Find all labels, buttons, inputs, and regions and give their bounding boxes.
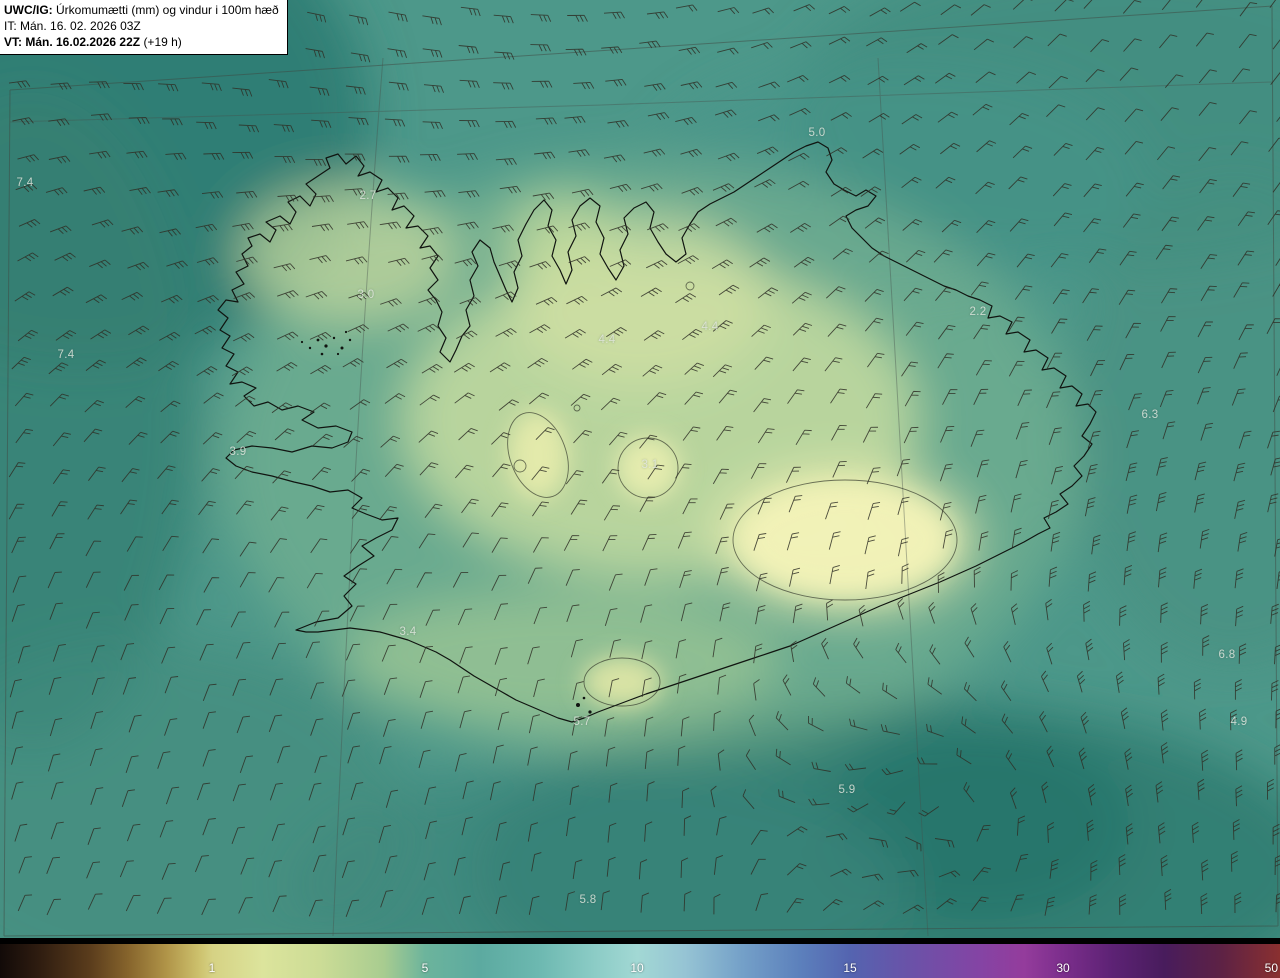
colorbar-tick-label: 30 xyxy=(1056,961,1070,975)
init-label: IT: xyxy=(4,18,17,33)
colorbar-tick-label: 1 xyxy=(208,961,216,975)
map-value-label: 6.8 xyxy=(1218,649,1236,661)
map-value-label: 4.4 xyxy=(598,334,616,346)
map-value-label: 5.0 xyxy=(808,127,826,139)
init-value: Mán. 16. 02. 2026 03Z xyxy=(20,18,141,33)
map-value-label: 2.2 xyxy=(969,306,987,318)
map-value-label: 3.1 xyxy=(641,459,659,471)
precipitation-wind-map xyxy=(0,0,1280,938)
map-value-label: 7.4 xyxy=(16,177,34,189)
valid-label: VT: xyxy=(4,34,22,49)
colorbar-tick-label: 50 xyxy=(1264,961,1278,975)
map-title: Úrkomumætti (mm) og vindur i 100m hæð xyxy=(56,3,279,17)
valid-value: Mán. 16.02.2026 22Z xyxy=(25,34,141,49)
valid-time-line: VT: Mán. 16.02.2026 22Z (+19 h) xyxy=(4,35,279,51)
map-value-label: 6.3 xyxy=(1141,409,1159,421)
map-value-label: 3.9 xyxy=(229,446,247,458)
weather-map-page: 7.4 2.7 5.0 3.0 2.2 4.4 4.4 7.4 6.3 3.9 3.1 3.4 6.8 4… xyxy=(0,0,1280,978)
colorbar-tick-label: 15 xyxy=(843,961,857,975)
map-value-label: 3.4 xyxy=(399,626,417,638)
map-value-label: 5.9 xyxy=(838,784,856,796)
map-value-label: 4.4 xyxy=(701,321,719,333)
map-value-label: 7.4 xyxy=(57,349,75,361)
map-value-label: 3.0 xyxy=(357,289,375,301)
model-title-line: UWC/IG: Úrkomumætti (mm) og vindur i 100… xyxy=(4,3,279,19)
map-value-label: 5.8 xyxy=(579,894,597,906)
map-value-label: 5.7 xyxy=(573,716,591,728)
map-value-label: 4.9 xyxy=(1230,716,1248,728)
colorbar-tick-label: 5 xyxy=(421,961,429,975)
model-name: UWC/IG: xyxy=(4,3,53,17)
valid-offset: (+19 h) xyxy=(143,34,182,49)
colorbar-tick-label: 10 xyxy=(630,961,644,975)
init-time-line: IT: Mán. 16. 02. 2026 03Z xyxy=(4,19,279,35)
model-info-box: UWC/IG: Úrkomumætti (mm) og vindur i 100… xyxy=(0,0,288,56)
colorbar: 1 5 10 15 30 50 xyxy=(0,938,1280,978)
map-value-label: 2.7 xyxy=(359,190,377,202)
